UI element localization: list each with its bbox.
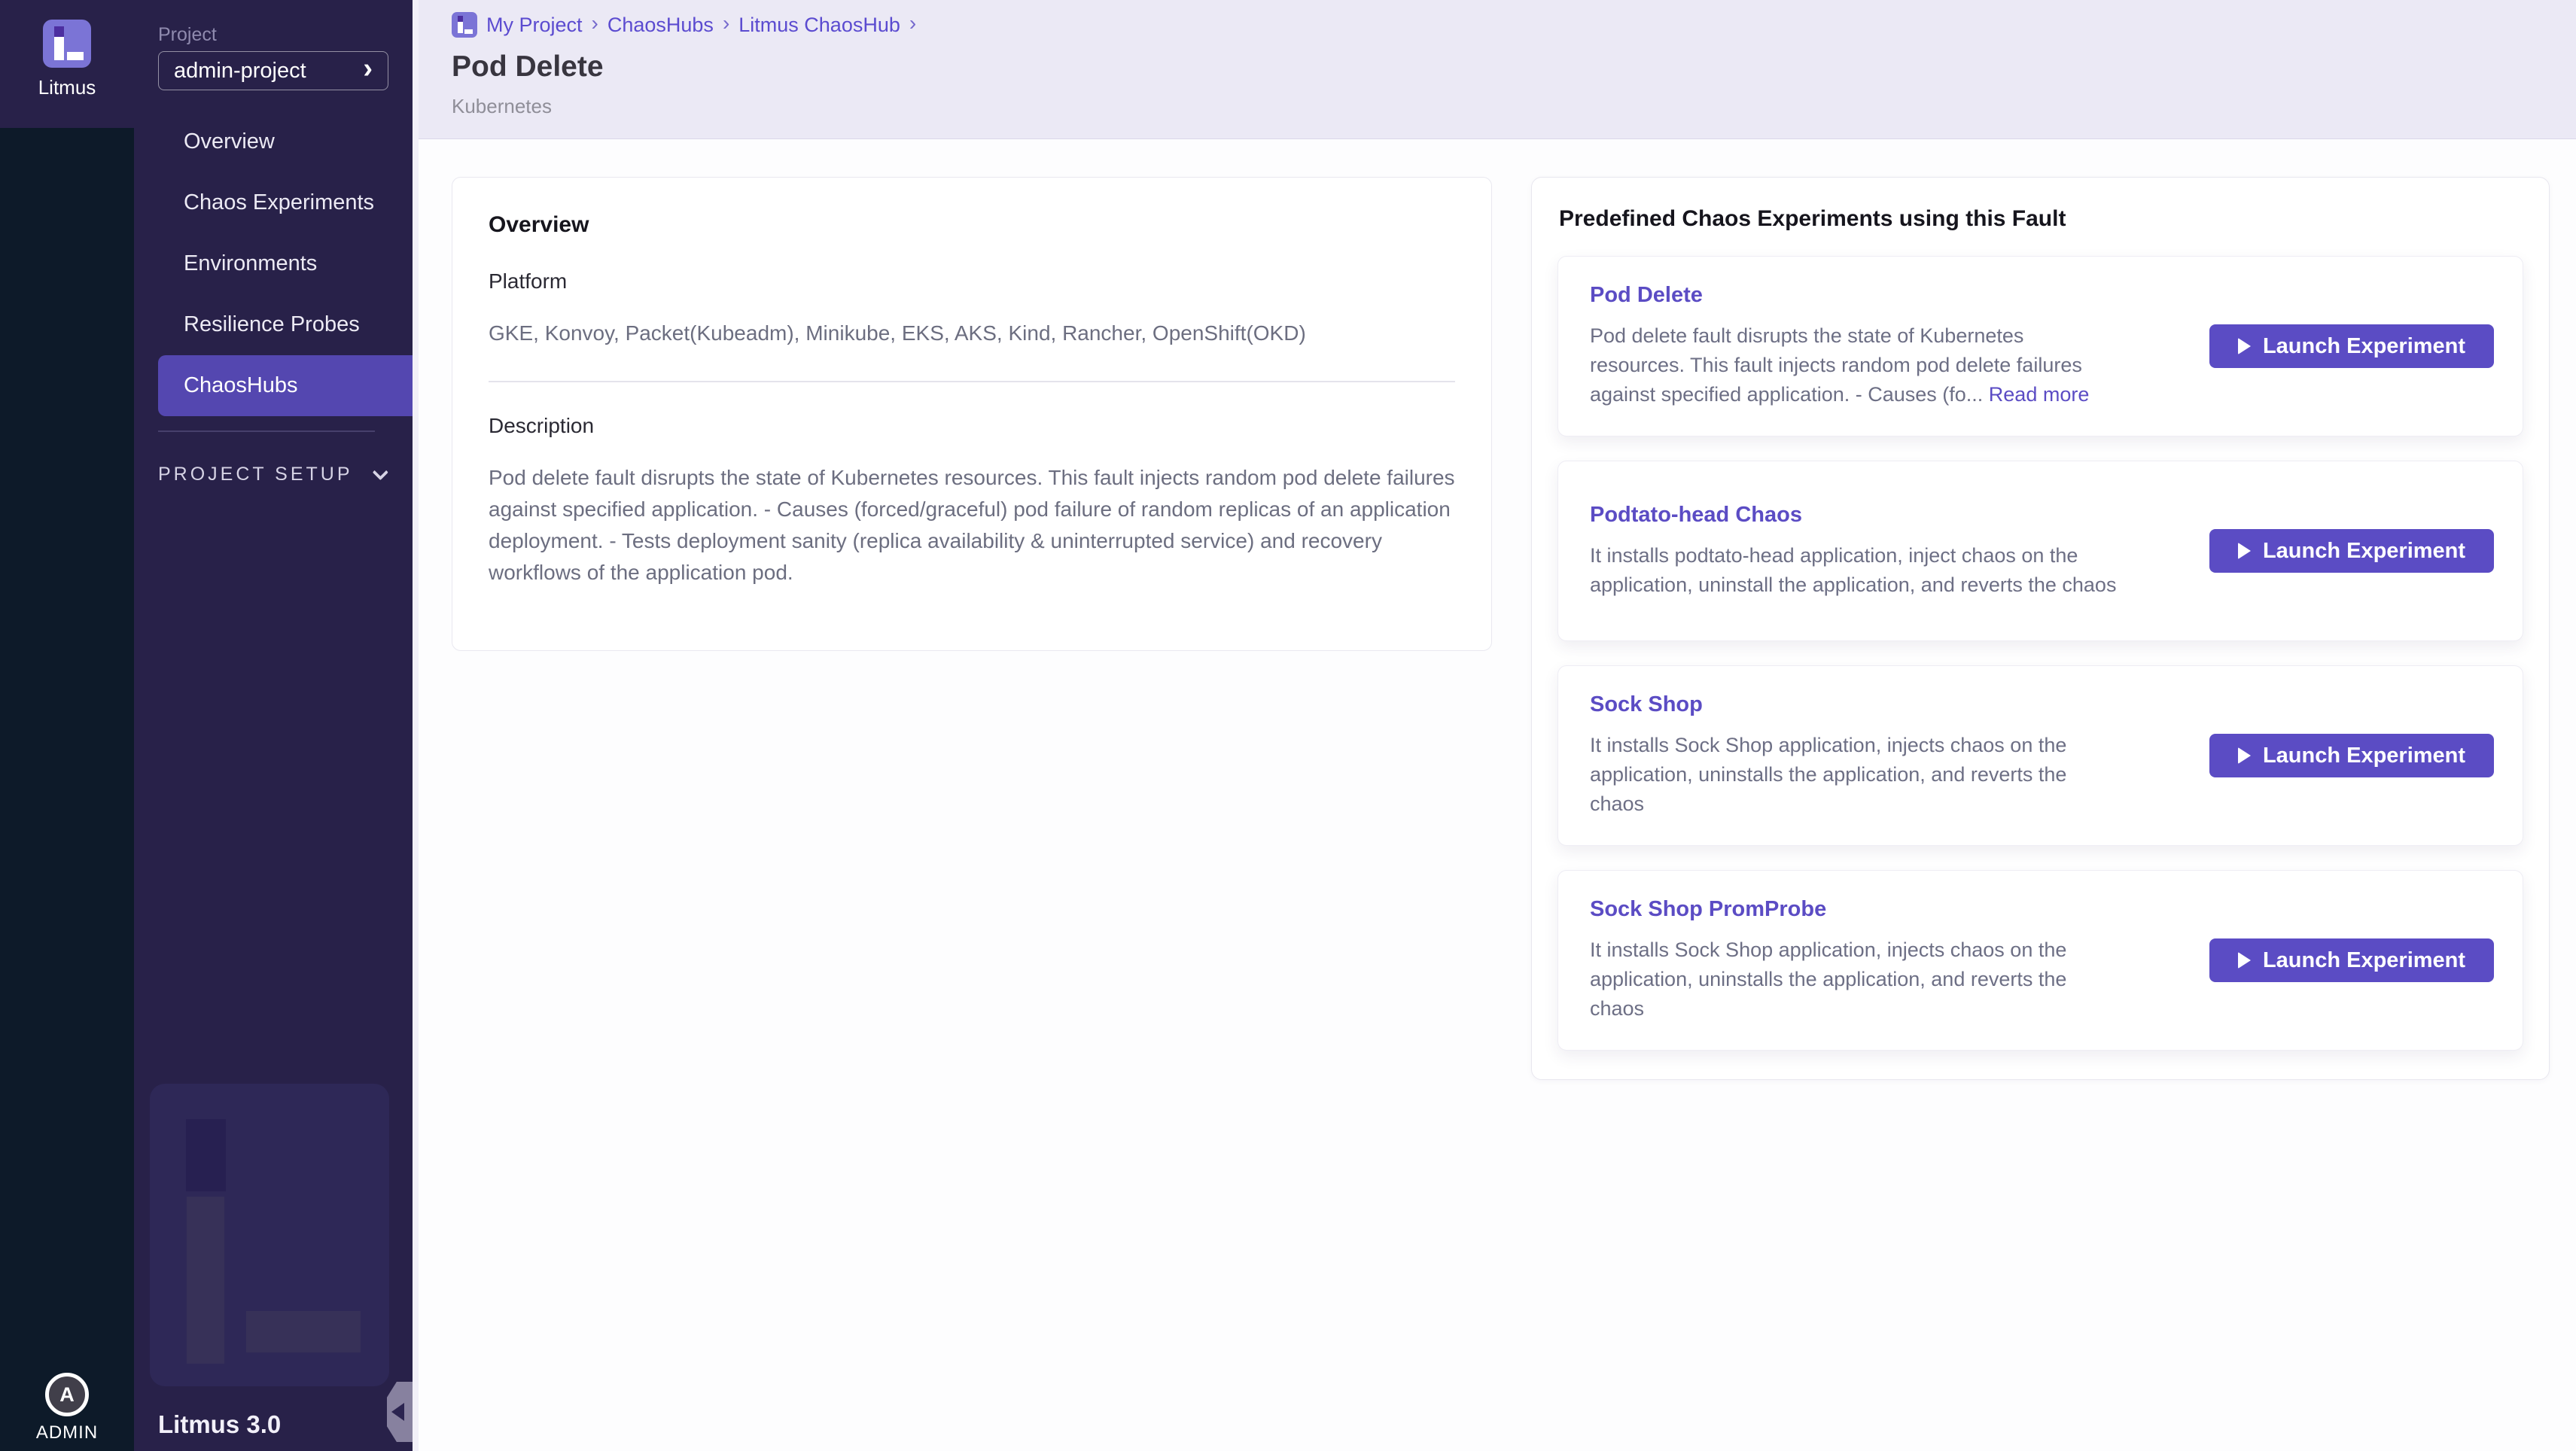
experiment-card-pod-delete: Pod Delete Pod delete fault disrupts the… (1557, 256, 2523, 437)
description-label: Description (489, 414, 1455, 438)
overview-card: Overview Platform GKE, Konvoy, Packet(Ku… (452, 177, 1492, 651)
page-header: My Project › ChaosHubs › Litmus ChaosHub… (419, 0, 2576, 139)
watermark-vertical-bar (187, 1197, 224, 1364)
launch-experiment-button[interactable]: Launch Experiment (2209, 734, 2494, 777)
breadcrumb-my-project[interactable]: My Project (486, 14, 583, 37)
content: Overview Platform GKE, Konvoy, Packet(Ku… (419, 139, 2576, 1080)
project-setup-toggle[interactable]: PROJECT SETUP (158, 456, 384, 492)
launch-button-label: Launch Experiment (2263, 334, 2465, 359)
play-icon (2238, 338, 2251, 354)
sidebar-item-resilience-probes[interactable]: Resilience Probes (158, 294, 413, 355)
experiments-panel-heading: Predefined Chaos Experiments using this … (1557, 206, 2523, 232)
sidebar-nav: Overview Chaos Experiments Environments … (134, 111, 413, 416)
chevron-right-icon: › (363, 54, 373, 83)
launch-button-label: Launch Experiment (2263, 948, 2465, 973)
left-rail: Litmus A ADMIN (0, 0, 134, 1451)
breadcrumb-separator-icon: › (723, 11, 729, 35)
breadcrumb-chaoshubs[interactable]: ChaosHubs (607, 14, 714, 37)
brand-block: Litmus (0, 0, 134, 128)
predefined-experiments-panel: Predefined Chaos Experiments using this … (1531, 177, 2550, 1080)
experiment-card-sock-shop: Sock Shop It installs Sock Shop applicat… (1557, 665, 2523, 846)
breadcrumb-separator-icon: › (592, 11, 598, 35)
sidebar: Project admin-project › Overview Chaos E… (134, 0, 413, 1451)
play-icon (2238, 747, 2251, 764)
project-setup-label: PROJECT SETUP (158, 464, 353, 485)
experiment-description: It installs Sock Shop application, injec… (1590, 731, 2117, 819)
watermark-notch (186, 1119, 226, 1191)
version-label: Litmus 3.0 (158, 1410, 281, 1439)
breadcrumb-separator-icon: › (909, 11, 916, 35)
page-subtitle: Kubernetes (452, 95, 2576, 118)
experiment-title[interactable]: Sock Shop PromProbe (1590, 897, 2132, 922)
main-area: My Project › ChaosHubs › Litmus ChaosHub… (419, 0, 2576, 1451)
experiment-description: It installs Sock Shop application, injec… (1590, 935, 2117, 1024)
user-avatar[interactable]: A (45, 1373, 89, 1416)
project-select-value: admin-project (174, 59, 306, 84)
project-label: Project (158, 24, 217, 46)
litmus-watermark (150, 1084, 389, 1386)
sidebar-item-chaos-experiments[interactable]: Chaos Experiments (158, 172, 413, 233)
experiment-title[interactable]: Sock Shop (1590, 692, 2132, 717)
breadcrumb: My Project › ChaosHubs › Litmus ChaosHub… (452, 12, 2576, 38)
page-title: Pod Delete (452, 50, 2576, 84)
breadcrumb-litmus-chaoshub[interactable]: Litmus ChaosHub (738, 14, 900, 37)
user-avatar-label: ADMIN (36, 1422, 98, 1443)
logo-vertical-bar (54, 37, 64, 60)
launch-experiment-button[interactable]: Launch Experiment (2209, 529, 2494, 573)
experiment-description: Pod delete fault disrupts the state of K… (1590, 321, 2117, 409)
sidebar-collapse-button[interactable] (387, 1382, 413, 1442)
logo-notch (54, 26, 64, 37)
experiment-title[interactable]: Podtato-head Chaos (1590, 503, 2132, 528)
platform-label: Platform (489, 269, 1455, 294)
read-more-link[interactable]: Read more (1989, 383, 2090, 406)
launch-button-label: Launch Experiment (2263, 744, 2465, 768)
project-select[interactable]: admin-project › (158, 51, 388, 90)
play-icon (2238, 543, 2251, 559)
logo-horizontal-bar (67, 52, 84, 60)
sidebar-item-environments[interactable]: Environments (158, 233, 413, 294)
description-value: Pod delete fault disrupts the state of K… (489, 462, 1455, 589)
sidebar-edge-strip (413, 0, 419, 1451)
experiment-card-sock-shop-promprobe: Sock Shop PromProbe It installs Sock Sho… (1557, 870, 2523, 1051)
overview-divider (489, 381, 1455, 382)
experiment-title[interactable]: Pod Delete (1590, 283, 2132, 308)
experiment-description: It installs podtato-head application, in… (1590, 541, 2117, 600)
launch-experiment-button[interactable]: Launch Experiment (2209, 324, 2494, 368)
logo-label: Litmus (38, 76, 96, 99)
sidebar-item-overview[interactable]: Overview (158, 111, 413, 172)
sidebar-divider (158, 430, 375, 432)
chevron-down-icon (373, 464, 388, 480)
litmus-logo-icon[interactable] (43, 20, 91, 68)
sidebar-item-chaoshubs[interactable]: ChaosHubs (158, 355, 413, 416)
breadcrumb-logo-icon (452, 12, 477, 38)
watermark-horizontal-bar (246, 1311, 361, 1352)
launch-experiment-button[interactable]: Launch Experiment (2209, 938, 2494, 982)
collapse-left-arrow-icon (391, 1403, 404, 1421)
experiment-card-podtato-head: Podtato-head Chaos It installs podtato-h… (1557, 461, 2523, 641)
launch-button-label: Launch Experiment (2263, 539, 2465, 564)
play-icon (2238, 952, 2251, 969)
overview-heading: Overview (489, 212, 1455, 238)
platform-value: GKE, Konvoy, Packet(Kubeadm), Minikube, … (489, 318, 1455, 349)
